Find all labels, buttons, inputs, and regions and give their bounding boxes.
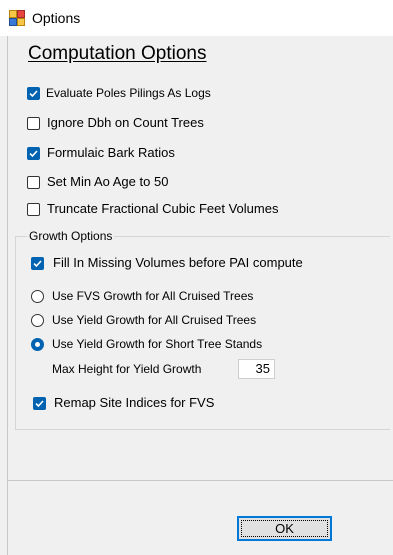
checkbox-remap-site-indices[interactable]: Remap Site Indices for FVS: [33, 395, 214, 411]
radio-label: Use Yield Growth for All Cruised Trees: [52, 313, 257, 327]
checkbox-label: Remap Site Indices for FVS: [54, 395, 215, 410]
radio-icon[interactable]: [31, 337, 44, 351]
checkbox-ignore-dbh[interactable]: Ignore Dbh on Count Trees: [27, 115, 204, 131]
frame-left: [7, 36, 8, 555]
max-height-input[interactable]: 35: [238, 359, 275, 379]
checkbox-icon[interactable]: [27, 175, 40, 189]
max-height-label: Max Height for Yield Growth: [52, 362, 202, 376]
radio-yield-growth-short[interactable]: Use Yield Growth for Short Tree Stands: [31, 336, 262, 352]
checkbox-label: Evaluate Poles Pilings As Logs: [46, 86, 211, 100]
title-bar: Options: [0, 0, 393, 36]
checkbox-icon[interactable]: [27, 202, 40, 216]
checkbox-fill-missing-volumes[interactable]: Fill In Missing Volumes before PAI compu…: [31, 255, 303, 271]
radio-label: Use Yield Growth for Short Tree Stands: [52, 337, 263, 351]
checkbox-label: Fill In Missing Volumes before PAI compu…: [53, 255, 303, 270]
checkbox-icon[interactable]: [27, 116, 40, 130]
radio-yield-growth-all[interactable]: Use Yield Growth for All Cruised Trees: [31, 312, 256, 328]
checkbox-icon[interactable]: [27, 146, 40, 160]
frame-bottom-separator: [7, 480, 393, 481]
growth-options-legend: Growth Options: [27, 229, 115, 243]
ok-button[interactable]: OK: [237, 516, 332, 541]
radio-icon[interactable]: [31, 289, 44, 303]
radio-icon[interactable]: [31, 313, 44, 327]
computation-options-heading: Computation Options: [28, 43, 207, 64]
checkbox-label: Ignore Dbh on Count Trees: [47, 115, 204, 130]
radio-label: Use FVS Growth for All Cruised Trees: [52, 289, 254, 303]
checkbox-min-ao-age[interactable]: Set Min Ao Age to 50: [27, 174, 168, 190]
options-app-icon: [9, 10, 25, 26]
checkbox-label: Truncate Fractional Cubic Feet Volumes: [47, 201, 279, 216]
checkbox-truncate-volumes[interactable]: Truncate Fractional Cubic Feet Volumes: [27, 201, 278, 217]
checkbox-label: Formulaic Bark Ratios: [47, 145, 175, 160]
checkbox-icon[interactable]: [33, 396, 46, 410]
window-title: Options: [32, 10, 81, 26]
checkbox-label: Set Min Ao Age to 50: [47, 174, 169, 189]
checkbox-icon[interactable]: [27, 86, 40, 100]
checkbox-formulaic-bark[interactable]: Formulaic Bark Ratios: [27, 145, 175, 161]
checkbox-icon[interactable]: [31, 256, 44, 270]
checkbox-evaluate-poles[interactable]: Evaluate Poles Pilings As Logs: [27, 85, 211, 101]
radio-fvs-growth-all[interactable]: Use FVS Growth for All Cruised Trees: [31, 288, 253, 304]
